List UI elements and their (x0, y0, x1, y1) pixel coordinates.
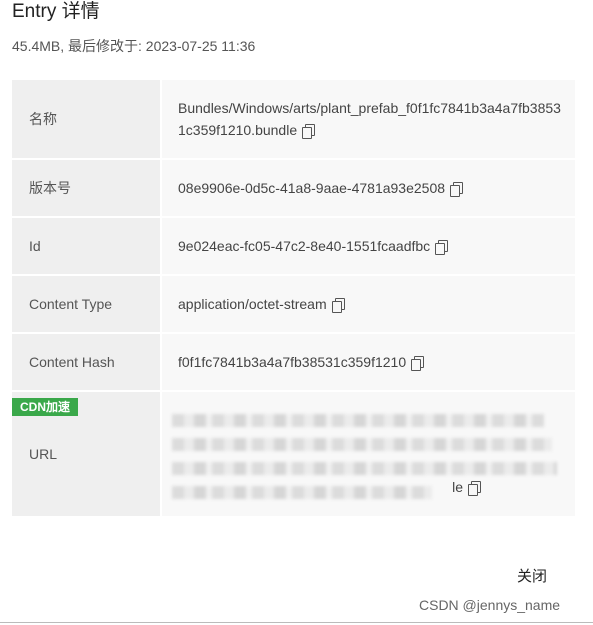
watermark: CSDN @jennys_name (419, 597, 561, 613)
key-url-label: URL (29, 446, 58, 462)
cdn-badge: CDN加速 (12, 398, 78, 416)
value-id: 9e024eac-fc05-47c2-8e40-1551fcaadfbc (178, 235, 449, 257)
key-id: Id (12, 218, 160, 274)
dialog-title: Entry 详情 (12, 1, 100, 22)
copy-icon[interactable] (302, 124, 316, 139)
entry-detail-dialog: Entry 详情 45.4MB, 最后修改于: 2023-07-25 11:36… (0, 0, 593, 625)
value-content-type: application/octet-stream (178, 293, 345, 315)
copy-icon[interactable] (450, 182, 464, 197)
row-version: 版本号 08e9906e-0d5c-41a8-9aae-4781a93e2508 (12, 160, 575, 216)
copy-icon[interactable] (435, 240, 449, 255)
url-tail: le (452, 476, 481, 498)
copy-icon[interactable] (411, 356, 425, 371)
key-url: CDN加速 URL (12, 392, 160, 516)
key-content-hash: Content Hash (12, 334, 160, 390)
row-content-hash: Content Hash f0f1fc7841b3a4a7fb38531c359… (12, 334, 575, 390)
value-content-hash: f0f1fc7841b3a4a7fb38531c359f1210 (178, 351, 425, 373)
close-button[interactable]: 关闭 (517, 565, 547, 586)
row-name: 名称 Bundles/Windows/arts/plant_prefab_f0f… (12, 80, 575, 158)
row-content-type: Content Type application/octet-stream (12, 276, 575, 332)
blur-line (172, 462, 557, 475)
key-content-type: Content Type (12, 276, 160, 332)
copy-icon[interactable] (331, 298, 345, 313)
blur-line (172, 486, 432, 499)
row-url: CDN加速 URL le (12, 392, 575, 516)
copy-icon[interactable] (468, 480, 481, 496)
detail-table: 名称 Bundles/Windows/arts/plant_prefab_f0f… (12, 80, 575, 518)
key-name: 名称 (12, 80, 160, 158)
row-id: Id 9e024eac-fc05-47c2-8e40-1551fcaadfbc (12, 218, 575, 274)
value-name: Bundles/Windows/arts/plant_prefab_f0f1fc… (178, 100, 561, 139)
divider (0, 622, 593, 623)
blur-line (172, 414, 544, 427)
blur-line (172, 438, 552, 451)
value-version: 08e9906e-0d5c-41a8-9aae-4781a93e2508 (178, 177, 464, 199)
url-blurred-value: le (162, 392, 575, 516)
dialog-subtitle: 45.4MB, 最后修改于: 2023-07-25 11:36 (12, 38, 256, 54)
key-version: 版本号 (12, 160, 160, 216)
